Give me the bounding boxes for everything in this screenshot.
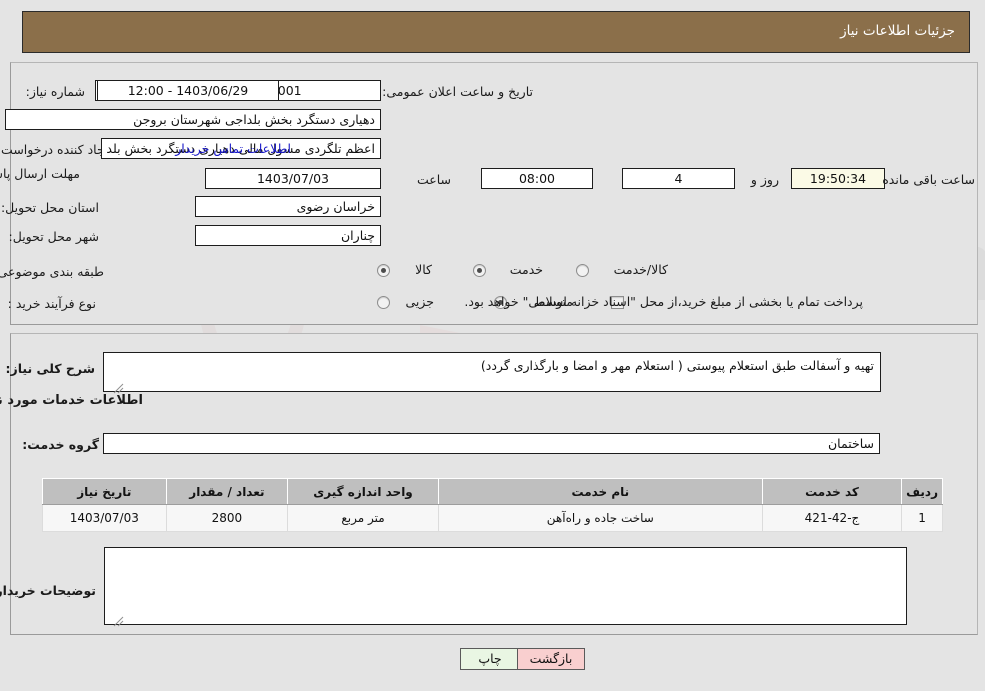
service-group-input[interactable] <box>103 433 880 454</box>
radio-category-khedmat[interactable] <box>473 264 486 277</box>
deadline-remaining-label: ساعت باقی مانده <box>882 172 975 187</box>
radio-category-kala[interactable] <box>377 264 390 277</box>
category-label: طبقه بندی موضوعی: <box>0 264 104 279</box>
back-button[interactable]: بازگشت <box>517 648 585 670</box>
page-title: جزئیات اطلاعات نیاز <box>840 23 955 39</box>
radio-label-kala-khedmat: کالا/خدمت <box>613 262 668 277</box>
general-desc-label: شرح کلی نیاز: <box>5 361 95 376</box>
radio-category-kala-khedmat[interactable] <box>576 264 589 277</box>
public-announce-label: تاریخ و ساعت اعلان عمومی: <box>382 84 533 99</box>
deadline-days-input[interactable] <box>622 168 735 189</box>
need-number-label: شماره نیاز: <box>25 84 85 99</box>
window-title-bar: جزئیات اطلاعات نیاز <box>22 11 970 53</box>
col-service-code: کد خدمت <box>761 478 903 505</box>
cell-service-code: ج-42-421 <box>761 504 903 532</box>
deadline-date-input[interactable] <box>205 168 381 189</box>
page-root: AriaTender.net جزئیات اطلاعات نیاز شماره… <box>0 0 985 691</box>
process-type-label: نوع فرآیند خرید : <box>7 296 96 311</box>
treasury-note-text: پرداخت تمام یا بخشی از مبلغ خرید،از محل … <box>464 294 863 309</box>
buyer-contact-link[interactable]: اطلاعات تماس خریدار <box>175 141 291 156</box>
col-need-date: تاریخ نیاز <box>42 478 167 505</box>
province-label: استان محل تحویل: <box>0 200 99 215</box>
city-label: شهر محل تحویل: <box>8 229 99 244</box>
deadline-hour-label: ساعت <box>416 172 451 187</box>
province-input[interactable] <box>195 196 381 217</box>
public-announce-input[interactable] <box>97 80 279 101</box>
services-table: ردیف کد خدمت نام خدمت واحد اندازه گیری ت… <box>42 478 943 532</box>
buyer-org-input[interactable] <box>5 109 381 130</box>
countdown-timer-input[interactable] <box>791 168 885 189</box>
col-row-no: ردیف <box>901 478 943 505</box>
buyer-notes-label: توضیحات خریدار: <box>0 583 96 598</box>
general-desc-textarea[interactable]: تهیه و آسفالت طبق استعلام پیوستی ( استعل… <box>103 352 881 392</box>
cell-row-no: 1 <box>901 504 943 532</box>
cell-unit: متر مربع <box>287 504 439 532</box>
col-service-name: نام خدمت <box>437 478 763 505</box>
cell-service-name: ساخت جاده و راه‌آهن <box>437 504 763 532</box>
radio-process-jozii[interactable] <box>377 296 390 309</box>
top-info-panel <box>10 62 978 325</box>
deadline-days-label: روز و <box>750 172 779 187</box>
requester-label: ایجاد کننده درخواست: <box>0 142 112 157</box>
table-row[interactable]: 1 ج-42-421 ساخت جاده و راه‌آهن متر مربع … <box>42 504 943 532</box>
service-group-label: گروه خدمت: <box>22 437 99 452</box>
radio-label-jozii: جزیی <box>405 294 434 309</box>
deadline-label: مهلت ارسال پاسخ: تا تاریخ: <box>0 166 80 181</box>
table-header-row: ردیف کد خدمت نام خدمت واحد اندازه گیری ت… <box>42 478 943 505</box>
col-quantity: تعداد / مقدار <box>165 478 289 505</box>
buyer-notes-textarea[interactable] <box>104 547 907 625</box>
col-unit: واحد اندازه گیری <box>287 478 439 505</box>
services-heading: اطلاعات خدمات مورد نیاز <box>0 393 143 408</box>
print-button[interactable]: چاپ <box>460 648 520 670</box>
deadline-hour-input[interactable] <box>481 168 593 189</box>
radio-label-kala: کالا <box>415 262 432 277</box>
radio-label-khedmat: خدمت <box>509 262 543 277</box>
city-input[interactable] <box>195 225 381 246</box>
cell-need-date: 1403/07/03 <box>42 504 167 532</box>
cell-quantity: 2800 <box>165 504 289 532</box>
